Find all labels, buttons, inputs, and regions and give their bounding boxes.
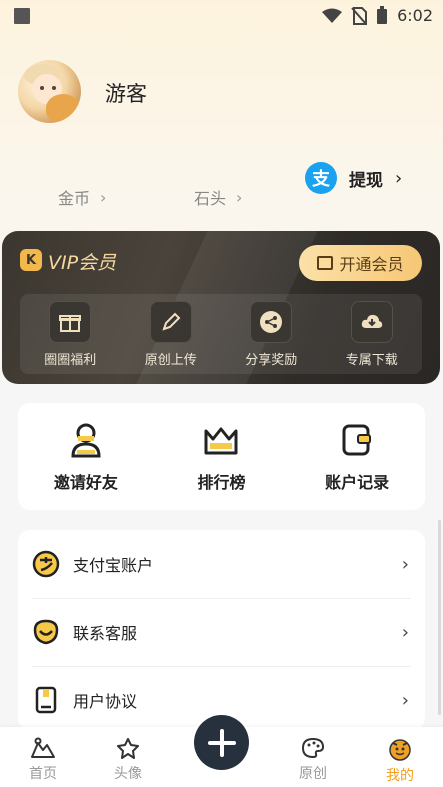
quick-actions-card: 邀请好友 排行榜 账户记录 bbox=[18, 403, 425, 510]
document-icon bbox=[32, 686, 60, 714]
create-button[interactable] bbox=[194, 715, 249, 770]
tab-home[interactable]: 首页 bbox=[13, 737, 73, 783]
star-icon bbox=[117, 738, 139, 759]
chevron-right-icon: › bbox=[401, 622, 409, 643]
wifi-icon bbox=[322, 8, 343, 23]
vip-item-label: 专属下载 bbox=[345, 352, 398, 368]
coins-label: 金币 bbox=[58, 189, 91, 208]
chevron-right-icon: › bbox=[395, 167, 403, 189]
chevron-right-icon: › bbox=[401, 690, 409, 711]
leaderboard-button[interactable]: 排行榜 bbox=[166, 421, 276, 493]
invite-user-icon bbox=[67, 421, 105, 459]
list-item-label: 联系客服 bbox=[73, 624, 138, 643]
nav-label: 原创 bbox=[299, 766, 327, 782]
status-bar: 6:02 bbox=[0, 0, 443, 32]
settings-list: 支付宝账户 › 联系客服 › 用户协议 › bbox=[18, 530, 425, 730]
chevron-right-icon: › bbox=[100, 187, 107, 207]
vip-item-welfare[interactable]: 圈圈福利 bbox=[25, 300, 115, 368]
vip-title: VIP会员 bbox=[48, 252, 117, 274]
quick-label: 排行榜 bbox=[197, 472, 246, 492]
service-icon bbox=[32, 618, 60, 646]
list-item-alipay-account[interactable]: 支付宝账户 › bbox=[18, 530, 425, 598]
vip-card: K VIP会员 开通会员 圈圈福利 原创上传 分享奖励 专属下载 bbox=[2, 231, 440, 384]
scrollbar[interactable] bbox=[438, 520, 441, 715]
vip-item-label: 原创上传 bbox=[144, 352, 197, 368]
pen-icon bbox=[149, 300, 192, 343]
notification-icon bbox=[14, 8, 30, 24]
withdraw-label: 提现 bbox=[349, 170, 383, 191]
alipay-icon: 支 bbox=[305, 162, 337, 194]
withdraw-button[interactable]: 支 提现 › bbox=[305, 162, 402, 194]
list-item-label: 支付宝账户 bbox=[73, 556, 154, 575]
share-icon bbox=[250, 300, 293, 343]
wallet-icon bbox=[338, 421, 376, 459]
gift-icon bbox=[49, 300, 92, 343]
vip-item-share[interactable]: 分享奖励 bbox=[226, 300, 316, 368]
vip-item-label: 圈圈福利 bbox=[44, 352, 97, 368]
download-icon bbox=[350, 300, 393, 343]
nav-label: 头像 bbox=[114, 766, 142, 782]
chevron-right-icon: › bbox=[236, 187, 243, 207]
vip-logo-icon: K bbox=[20, 249, 42, 271]
battery-icon bbox=[377, 6, 388, 24]
status-icons: 6:02 bbox=[322, 6, 433, 25]
open-vip-button[interactable]: 开通会员 bbox=[299, 245, 422, 281]
palette-icon bbox=[301, 737, 325, 759]
list-item-label: 用户协议 bbox=[73, 692, 138, 711]
tab-avatar[interactable]: 头像 bbox=[98, 737, 158, 783]
stones-stat[interactable]: 石头 › bbox=[194, 185, 242, 209]
no-sim-icon bbox=[351, 6, 368, 25]
vip-benefits: 圈圈福利 原创上传 分享奖励 专属下载 bbox=[20, 294, 422, 374]
quick-label: 邀请好友 bbox=[53, 472, 118, 492]
crown-icon bbox=[202, 421, 240, 459]
username[interactable]: 游客 bbox=[105, 78, 147, 108]
profile-face-icon bbox=[389, 739, 411, 761]
vip-item-upload[interactable]: 原创上传 bbox=[126, 300, 216, 368]
ticket-icon bbox=[317, 256, 334, 270]
stones-label: 石头 bbox=[194, 189, 227, 208]
open-vip-label: 开通会员 bbox=[339, 255, 404, 274]
tab-original[interactable]: 原创 bbox=[283, 737, 343, 783]
vip-item-download[interactable]: 专属下载 bbox=[327, 300, 417, 368]
account-records-button[interactable]: 账户记录 bbox=[302, 421, 412, 493]
nav-label: 我的 bbox=[386, 768, 414, 784]
quick-label: 账户记录 bbox=[325, 472, 390, 492]
vip-item-label: 分享奖励 bbox=[245, 352, 298, 368]
coins-stat[interactable]: 金币 › bbox=[58, 185, 106, 209]
tab-mine[interactable]: 我的 bbox=[370, 737, 430, 785]
alipay-icon bbox=[32, 550, 60, 578]
nav-label: 首页 bbox=[29, 766, 57, 782]
invite-friends-button[interactable]: 邀请好友 bbox=[31, 421, 141, 493]
chevron-right-icon: › bbox=[401, 554, 409, 575]
list-item-customer-service[interactable]: 联系客服 › bbox=[18, 598, 425, 666]
avatar[interactable] bbox=[18, 60, 81, 123]
status-time: 6:02 bbox=[397, 6, 433, 25]
home-icon bbox=[31, 737, 55, 758]
